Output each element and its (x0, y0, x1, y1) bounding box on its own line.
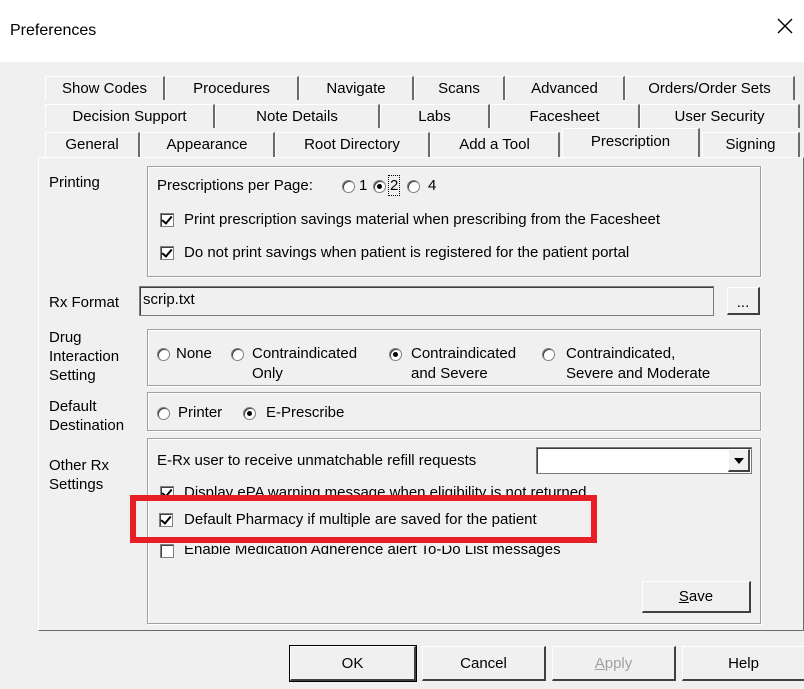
interaction-contra-only-label-1: Contraindicated (252, 345, 358, 362)
adherence-checkbox[interactable] (160, 544, 174, 558)
tab-labs[interactable]: Labs (380, 104, 490, 128)
tab-orders-order-sets[interactable]: Orders/Order Sets (625, 76, 795, 100)
apply-button[interactable]: Apply (552, 646, 676, 681)
tab-advanced[interactable]: Advanced (505, 76, 625, 100)
per-page-2-label: 2 (387, 175, 401, 196)
other-rx-label-1: Other Rx (49, 457, 110, 474)
printing-label: Printing (49, 174, 100, 191)
erx-user-label: E-Rx user to receive unmatchable refill … (157, 452, 477, 469)
savings-material-label: Print prescription savings material when… (184, 211, 661, 228)
other-rx-label-2: Settings (49, 476, 104, 493)
tab-decision-support[interactable]: Decision Support (45, 104, 215, 128)
per-page-4-radio[interactable] (407, 180, 420, 193)
save-button[interactable]: Save (642, 581, 751, 613)
save-button-rest: ave (688, 588, 714, 605)
default-destination-label-1: Default (49, 398, 97, 415)
window-title: Preferences (10, 22, 97, 39)
rx-format-field[interactable]: scrip.txt (139, 286, 714, 316)
ok-button[interactable]: OK (289, 645, 417, 682)
rx-format-browse-button[interactable]: ... (727, 287, 760, 315)
interaction-none-radio[interactable] (157, 348, 170, 361)
tab-user-security[interactable]: User Security (640, 104, 800, 128)
tab-root-directory[interactable]: Root Directory (275, 132, 430, 158)
interaction-contra-severe-radio[interactable] (389, 348, 402, 361)
interaction-contra-only-radio[interactable] (231, 348, 244, 361)
destination-printer-label: Printer (178, 404, 223, 421)
interaction-contra-severe-moderate-label-1: Contraindicated, (566, 345, 676, 362)
per-page-label: Prescriptions per Page: (157, 177, 313, 194)
drug-interaction-label-2: Interaction (49, 348, 120, 365)
interaction-contra-severe-moderate-label-2: Severe and Moderate (566, 365, 711, 382)
erx-user-dropdown-button[interactable] (728, 449, 750, 472)
interaction-contra-only-label-2: Only (252, 365, 283, 382)
destination-eprescribe-label: E-Prescribe (266, 404, 345, 421)
tab-show-codes[interactable]: Show Codes (45, 76, 165, 100)
rx-format-label: Rx Format (49, 294, 120, 311)
per-page-1-label: 1 (359, 177, 368, 194)
close-icon[interactable] (776, 17, 794, 35)
apply-button-mnemonic: A (594, 655, 605, 672)
highlight-box (130, 495, 597, 543)
interaction-contra-severe-moderate-radio[interactable] (542, 348, 555, 361)
default-destination-label-2: Destination (49, 417, 125, 434)
interaction-contra-severe-label-1: Contraindicated (411, 345, 517, 362)
cancel-button[interactable]: Cancel (422, 646, 546, 681)
savings-material-checkbox[interactable] (160, 213, 174, 227)
tab-general[interactable]: General (45, 132, 140, 158)
tab-note-details[interactable]: Note Details (215, 104, 380, 128)
interaction-contra-severe-label-2: and Severe (411, 365, 488, 382)
chevron-down-icon (733, 458, 744, 464)
no-savings-portal-label: Do not print savings when patient is reg… (184, 244, 630, 261)
tab-navigate[interactable]: Navigate (299, 76, 414, 100)
per-page-1-radio[interactable] (342, 180, 355, 193)
save-button-mnemonic: S (678, 588, 689, 605)
title-bar: Preferences (0, 0, 804, 62)
per-page-4-label: 4 (428, 177, 437, 194)
apply-button-rest: pply (604, 655, 633, 672)
default-destination-group (147, 392, 761, 431)
tab-signing[interactable]: Signing (702, 132, 800, 158)
destination-eprescribe-radio[interactable] (243, 407, 256, 420)
tab-procedures[interactable]: Procedures (165, 76, 299, 100)
destination-printer-radio[interactable] (157, 407, 170, 420)
drug-interaction-label-1: Drug (49, 329, 82, 346)
tab-scans[interactable]: Scans (414, 76, 505, 100)
per-page-2-radio[interactable] (373, 180, 386, 193)
tab-add-a-tool[interactable]: Add a Tool (430, 132, 560, 158)
tab-facesheet[interactable]: Facesheet (490, 104, 640, 128)
erx-user-dropdown[interactable] (536, 447, 752, 474)
tab-prescription[interactable]: Prescription (562, 128, 700, 158)
interaction-none-label: None (176, 345, 212, 362)
preferences-dialog: Preferences Show Codes Procedures Naviga… (0, 0, 804, 689)
drug-interaction-label-3: Setting (49, 367, 96, 384)
tab-appearance[interactable]: Appearance (140, 132, 275, 158)
no-savings-portal-checkbox[interactable] (160, 246, 174, 260)
help-button[interactable]: Help (682, 646, 804, 681)
